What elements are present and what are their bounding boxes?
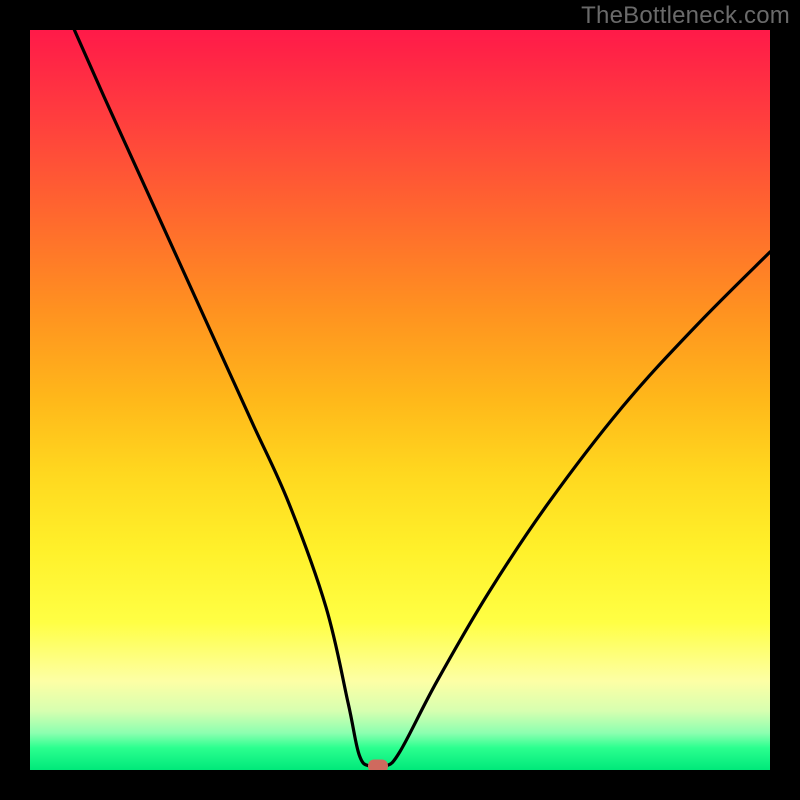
watermark-text: TheBottleneck.com: [581, 2, 790, 30]
plot-area: [30, 30, 770, 770]
optimal-marker-icon: [368, 760, 388, 770]
chart-frame: TheBottleneck.com: [0, 0, 800, 800]
bottleneck-curve: [74, 30, 770, 768]
curve-layer: [30, 30, 770, 770]
